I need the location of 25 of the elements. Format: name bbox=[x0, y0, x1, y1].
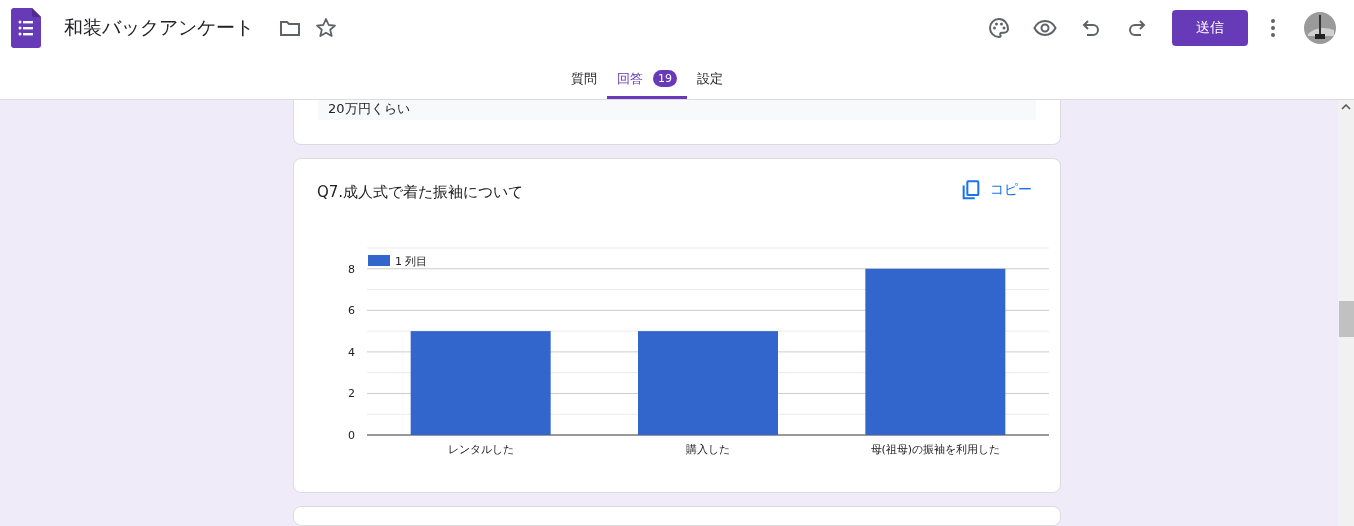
copy-button[interactable]: コピー bbox=[960, 178, 1032, 201]
scrollbar[interactable] bbox=[1338, 100, 1354, 526]
y-axis-label: 4 bbox=[348, 345, 355, 359]
response-count-badge: 19 bbox=[653, 70, 677, 87]
question-title: Q7.成人式で着た振袖について bbox=[317, 183, 524, 202]
send-button[interactable]: 送信 bbox=[1172, 9, 1248, 46]
x-axis-label: レンタルした bbox=[447, 443, 514, 456]
tab[interactable]: 設定 bbox=[687, 61, 733, 99]
palette-icon[interactable] bbox=[987, 15, 1011, 40]
y-axis-label: 2 bbox=[348, 387, 355, 401]
avatar[interactable] bbox=[1304, 11, 1336, 44]
tab[interactable]: 質問 bbox=[561, 61, 607, 99]
star-icon[interactable] bbox=[314, 15, 338, 40]
x-axis-label: 購入した bbox=[686, 443, 730, 456]
form-title[interactable]: 和装バックアンケート bbox=[64, 14, 254, 41]
forms-logo-icon[interactable] bbox=[11, 7, 41, 48]
copy-icon bbox=[960, 178, 982, 201]
more-menu-icon[interactable] bbox=[1270, 17, 1276, 38]
y-axis-label: 6 bbox=[348, 304, 355, 318]
legend-label: 1 列目 bbox=[395, 255, 428, 268]
y-axis-label: 0 bbox=[348, 429, 355, 442]
x-axis-label: 母(祖母)の振袖を利用した bbox=[870, 443, 1001, 456]
y-axis-label: 8 bbox=[348, 262, 355, 276]
scrollbar-thumb[interactable] bbox=[1339, 301, 1354, 337]
answer-text: 20万円くらい bbox=[318, 100, 1036, 120]
